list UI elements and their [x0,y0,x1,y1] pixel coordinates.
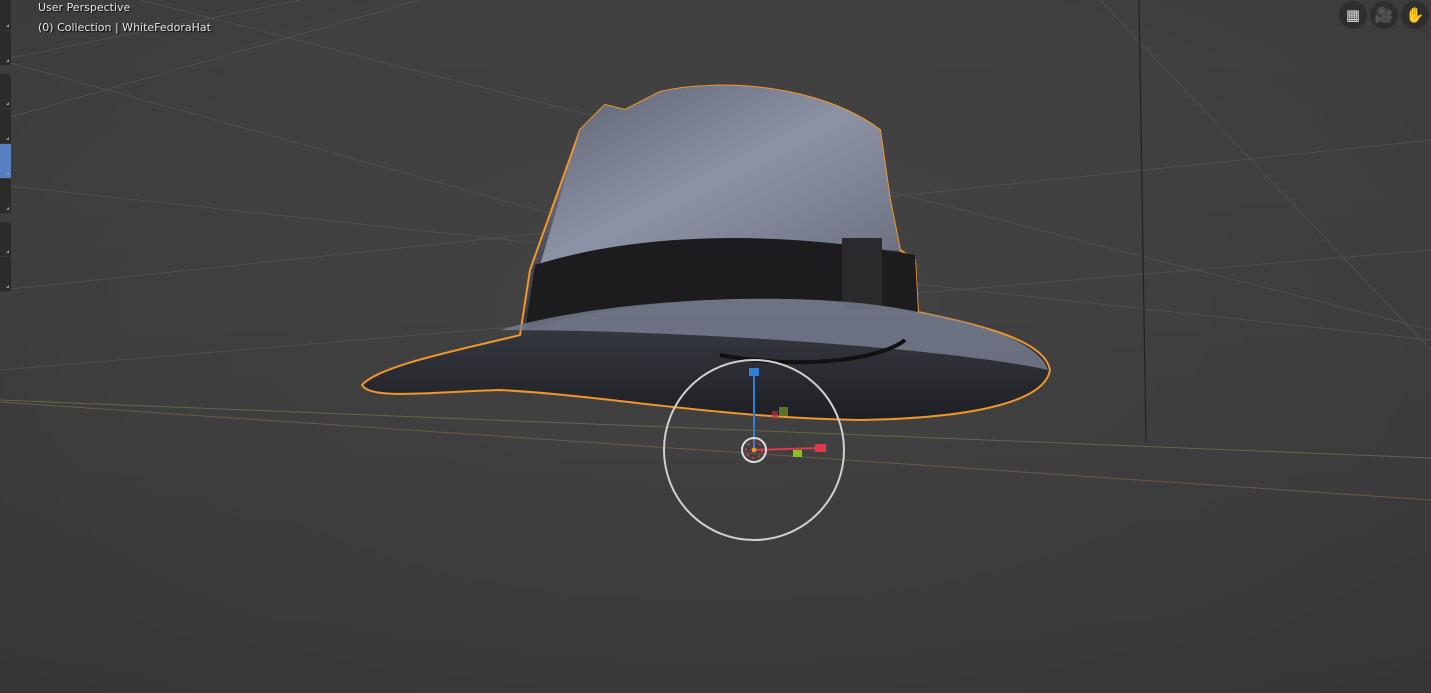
tool-select[interactable] [0,0,11,31]
view-perspective-label: User Perspective [38,1,131,14]
tool-move[interactable] [0,74,11,109]
tool-annotate[interactable] [0,222,11,257]
x-axis-handle[interactable] [815,444,826,452]
tool-transform[interactable] [0,179,11,214]
tool-scale[interactable] [0,144,11,179]
camera-icon[interactable]: 🎥 [1370,1,1398,29]
hand-icon[interactable]: ✋ [1401,1,1429,29]
x-axis-back-handle[interactable] [772,411,778,419]
tool-measure[interactable] [0,257,11,292]
y-axis-handle[interactable] [793,450,802,457]
tool-cursor[interactable] [0,31,11,66]
viewport-3d[interactable] [0,0,1431,693]
grid-icon[interactable]: ▦ [1339,1,1367,29]
z-axis-handle[interactable] [749,368,759,376]
tool-shelf [0,0,11,300]
tool-rotate[interactable] [0,109,11,144]
active-collection-label: (0) Collection | WhiteFedoraHat [38,21,211,34]
y-axis-back-handle[interactable] [779,407,788,416]
viewport-navigation: ▦ 🎥 ✋ [1339,1,1429,29]
